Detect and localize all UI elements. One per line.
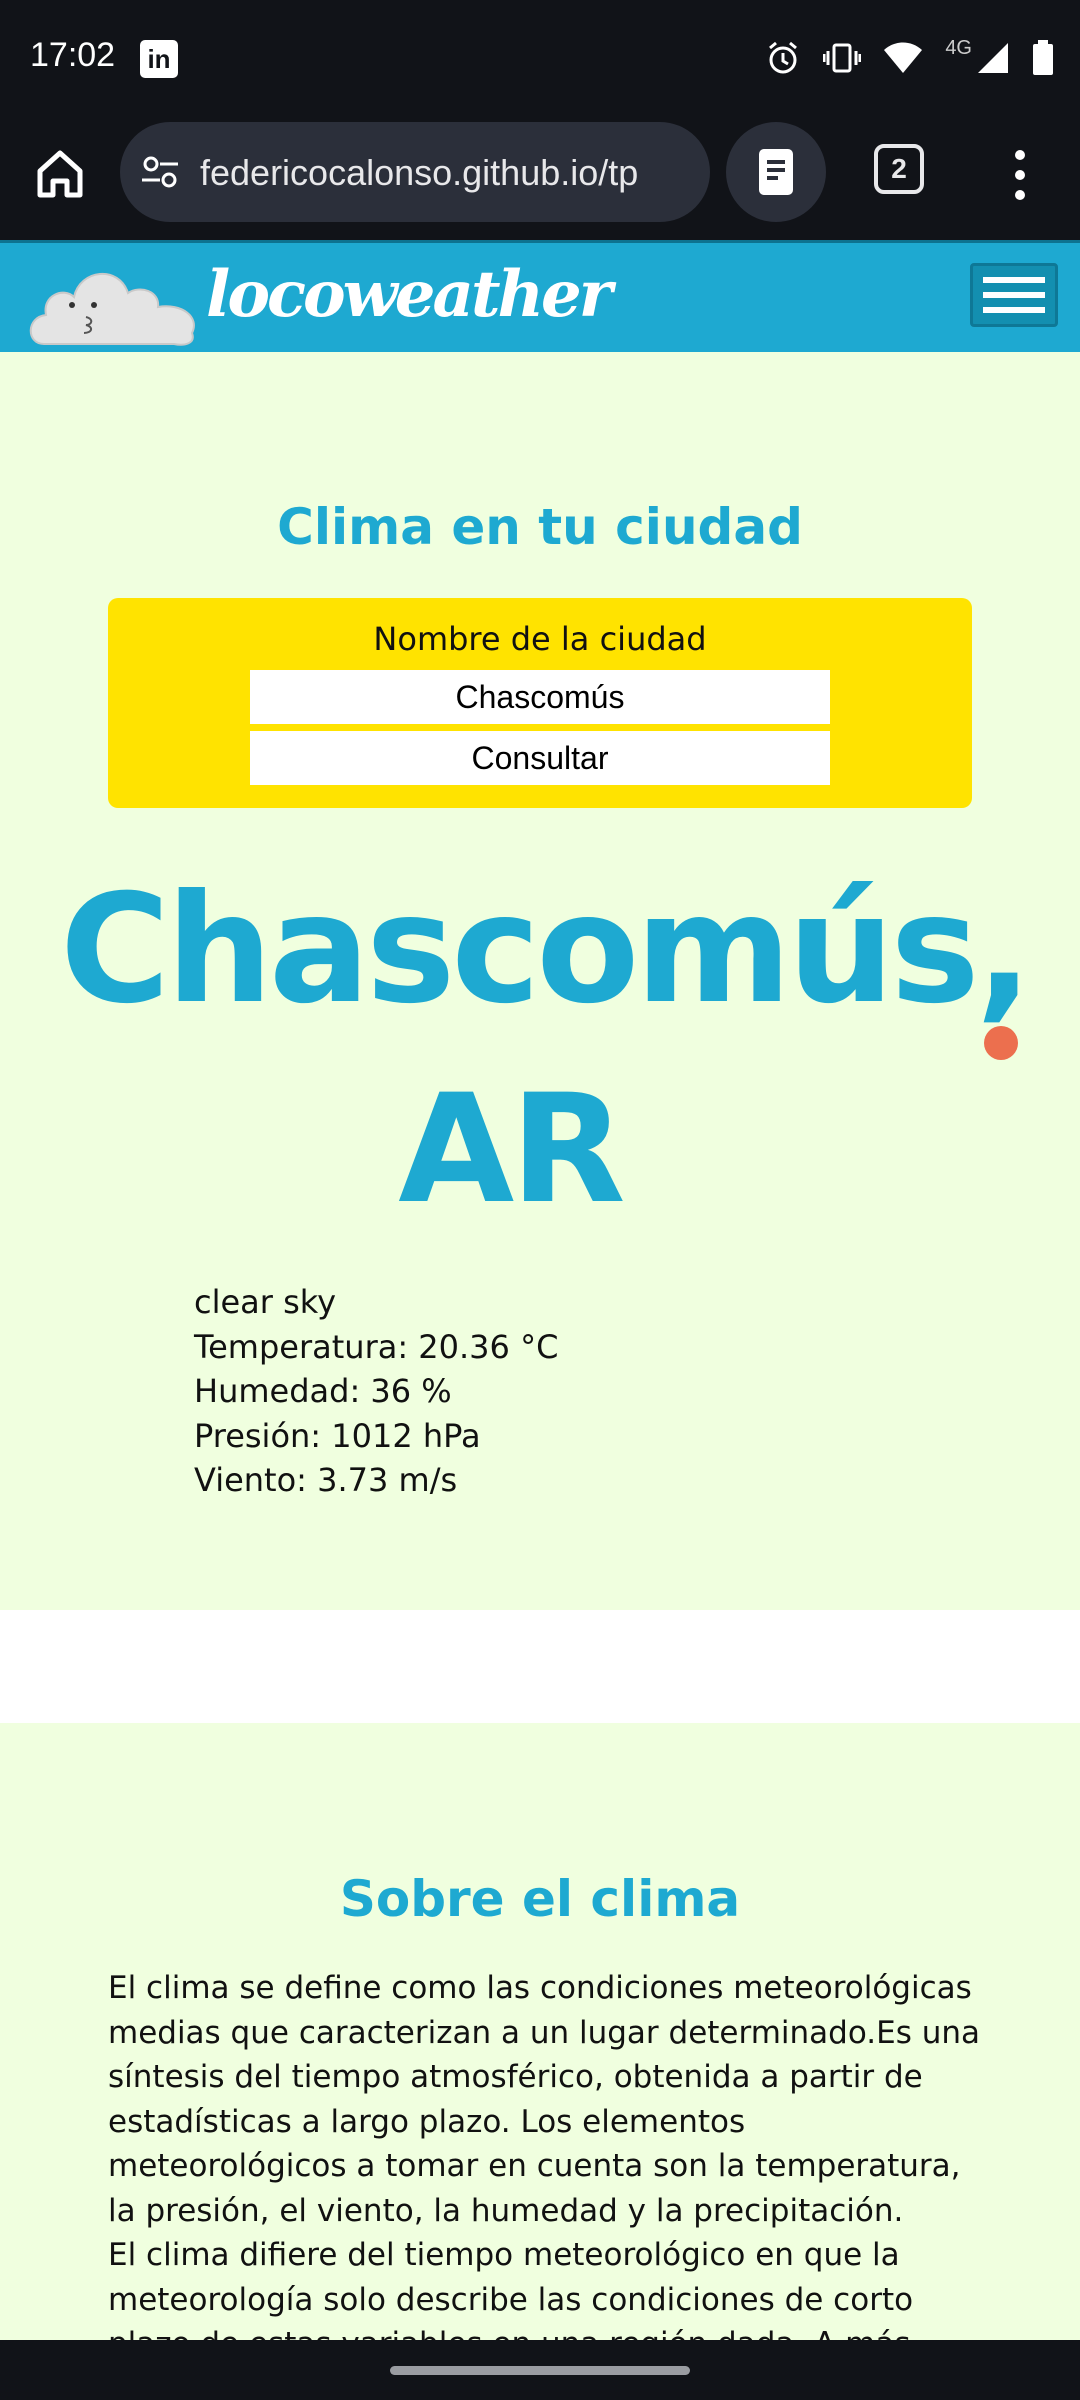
overflow-menu-icon[interactable] xyxy=(1000,145,1040,205)
humidity-value: Humedad: 36 % xyxy=(194,1372,452,1410)
battery-icon xyxy=(1033,40,1053,75)
web-page: locoweather Clima en tu ciudad Nombre de… xyxy=(0,240,1080,2340)
wind-value: Viento: 3.73 m/s xyxy=(194,1461,458,1499)
tab-switcher-button[interactable]: 2 xyxy=(874,144,924,194)
status-time: 17:02 xyxy=(30,36,116,74)
site-logo-text[interactable]: locoweather xyxy=(206,257,612,332)
weather-section-title: Clima en tu ciudad xyxy=(277,498,803,556)
about-section-title: Sobre el clima xyxy=(339,1870,741,1928)
reader-mode-icon xyxy=(759,149,793,195)
network-type-label: 4G xyxy=(945,36,972,59)
address-bar[interactable]: federicocalonso.github.io/tp xyxy=(120,122,710,222)
about-paragraph: El clima se define como las condiciones … xyxy=(108,1970,980,2229)
linkedin-icon: in xyxy=(140,40,178,78)
about-paragraph: El clima difiere del tiempo meteorológic… xyxy=(108,2237,914,2340)
gesture-nav-bar xyxy=(0,2340,1080,2400)
weather-details: clear sky Temperatura: 20.36 °C Humedad:… xyxy=(194,1280,558,1503)
city-search-form: Nombre de la ciudad Consultar xyxy=(108,598,972,808)
site-settings-icon[interactable] xyxy=(140,152,180,192)
home-gesture-handle[interactable] xyxy=(390,2366,690,2375)
reader-mode-button[interactable] xyxy=(726,122,826,222)
signal-icon xyxy=(978,43,1008,73)
wifi-icon xyxy=(884,42,923,73)
cloud-logo-icon[interactable] xyxy=(24,249,204,349)
site-header: locoweather xyxy=(0,240,1080,352)
home-icon[interactable] xyxy=(30,143,90,203)
about-text: El clima se define como las condiciones … xyxy=(108,1966,988,2340)
city-field-label: Nombre de la ciudad xyxy=(373,620,707,658)
consult-button[interactable]: Consultar xyxy=(250,731,830,785)
alarm-icon xyxy=(769,41,798,74)
weather-description: clear sky xyxy=(194,1283,337,1321)
status-icons: 4G xyxy=(765,36,1054,80)
browser-toolbar: federicocalonso.github.io/tp 2 xyxy=(0,115,1080,240)
temperature-value: Temperatura: 20.36 °C xyxy=(194,1327,559,1366)
city-input[interactable] xyxy=(250,670,830,724)
pressure-value: Presión: 1012 hPa xyxy=(194,1416,481,1455)
sun-icon xyxy=(984,1026,1018,1060)
vibrate-icon xyxy=(823,43,862,73)
result-city-name: Chascomús, AR xyxy=(60,863,1033,1237)
section-divider xyxy=(0,1610,1080,1723)
hamburger-menu-button[interactable] xyxy=(970,263,1058,327)
url-text[interactable]: federicocalonso.github.io/tp xyxy=(200,152,638,194)
status-bar: 17:02 in 4G xyxy=(0,0,1080,115)
